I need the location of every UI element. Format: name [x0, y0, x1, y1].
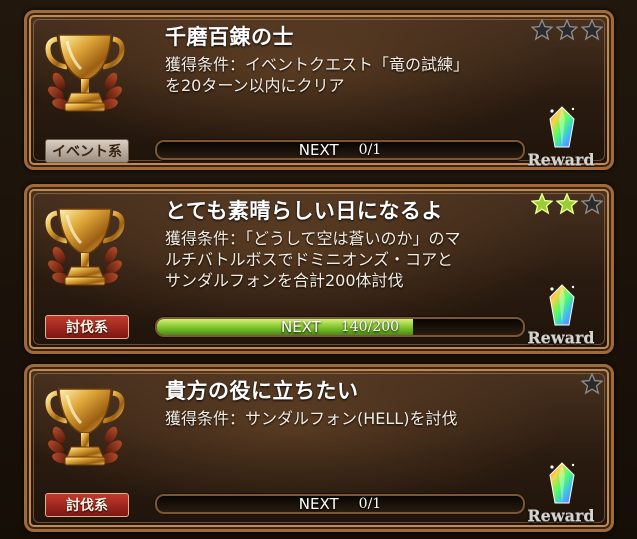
progress-bar: NEXT 0/1 — [155, 494, 525, 514]
rarity-stars — [531, 193, 603, 215]
trophy-title: とても素晴らしい日になるよ — [165, 199, 443, 223]
trophy-icon — [45, 34, 125, 112]
reward-label: Reward — [527, 506, 595, 525]
trophy-card[interactable]: 貴方の役に立ちたい 獲得条件：サンダルフォン(HELL)を討伐 討伐系 NEXT… — [24, 364, 614, 532]
category-badge: 討伐系 — [45, 315, 129, 339]
trophy-condition: 獲得条件：イベントクエスト「竜の試練」を20ターン以内にクリア — [165, 55, 462, 95]
trophy-icon — [45, 388, 125, 466]
progress-next-label: NEXT — [298, 495, 339, 513]
trophy-condition: 獲得条件：サンダルフォン(HELL)を討伐 — [165, 409, 458, 428]
progress-count: 0/1 — [358, 496, 382, 512]
progress-bar: NEXT 0/1 — [155, 140, 525, 160]
progress-bar: NEXT 140/200 — [155, 317, 525, 337]
star-empty-icon — [581, 19, 603, 41]
progress-next-label: NEXT — [280, 318, 321, 336]
trophy-title: 貴方の役に立ちたい — [165, 379, 359, 403]
star-filled-icon — [556, 193, 578, 215]
progress-label: NEXT 0/1 — [157, 496, 523, 512]
trophy-card[interactable]: 千磨百錬の士 獲得条件：イベントクエスト「竜の試練」を20ターン以内にクリア イ… — [24, 10, 614, 170]
category-badge: 討伐系 — [45, 493, 129, 517]
trophy-icon — [45, 208, 125, 286]
rarity-stars — [531, 19, 603, 41]
rainbow-crystal-icon — [549, 106, 575, 148]
trophy-card[interactable]: とても素晴らしい日になるよ 獲得条件：「どうして空は蒼いのか」のマルチバトルボス… — [24, 184, 614, 354]
progress-count: 140/200 — [340, 319, 400, 335]
progress-count: 0/1 — [358, 142, 382, 158]
star-empty-icon — [531, 19, 553, 41]
trophy-list: 千磨百錬の士 獲得条件：イベントクエスト「竜の試練」を20ターン以内にクリア イ… — [0, 0, 637, 539]
star-filled-icon — [531, 193, 553, 215]
trophy-condition: 獲得条件：「どうして空は蒼いのか」のマルチバトルボスでドミニオンズ・コアとサンダ… — [165, 229, 461, 290]
rainbow-crystal-icon — [549, 462, 575, 504]
progress-label: NEXT 140/200 — [157, 319, 523, 335]
category-badge: イベント系 — [45, 139, 129, 163]
progress-next-label: NEXT — [298, 141, 339, 159]
reward-label: Reward — [527, 150, 595, 169]
star-empty-icon — [581, 373, 603, 395]
reward-button[interactable]: Reward — [525, 283, 597, 347]
trophy-title: 千磨百錬の士 — [165, 25, 294, 49]
progress-label: NEXT 0/1 — [157, 142, 523, 158]
reward-button[interactable]: Reward — [525, 461, 597, 525]
reward-button[interactable]: Reward — [525, 105, 597, 169]
rarity-stars — [581, 373, 603, 395]
rainbow-crystal-icon — [549, 284, 575, 326]
star-empty-icon — [581, 193, 603, 215]
star-empty-icon — [556, 19, 578, 41]
reward-label: Reward — [527, 328, 595, 347]
